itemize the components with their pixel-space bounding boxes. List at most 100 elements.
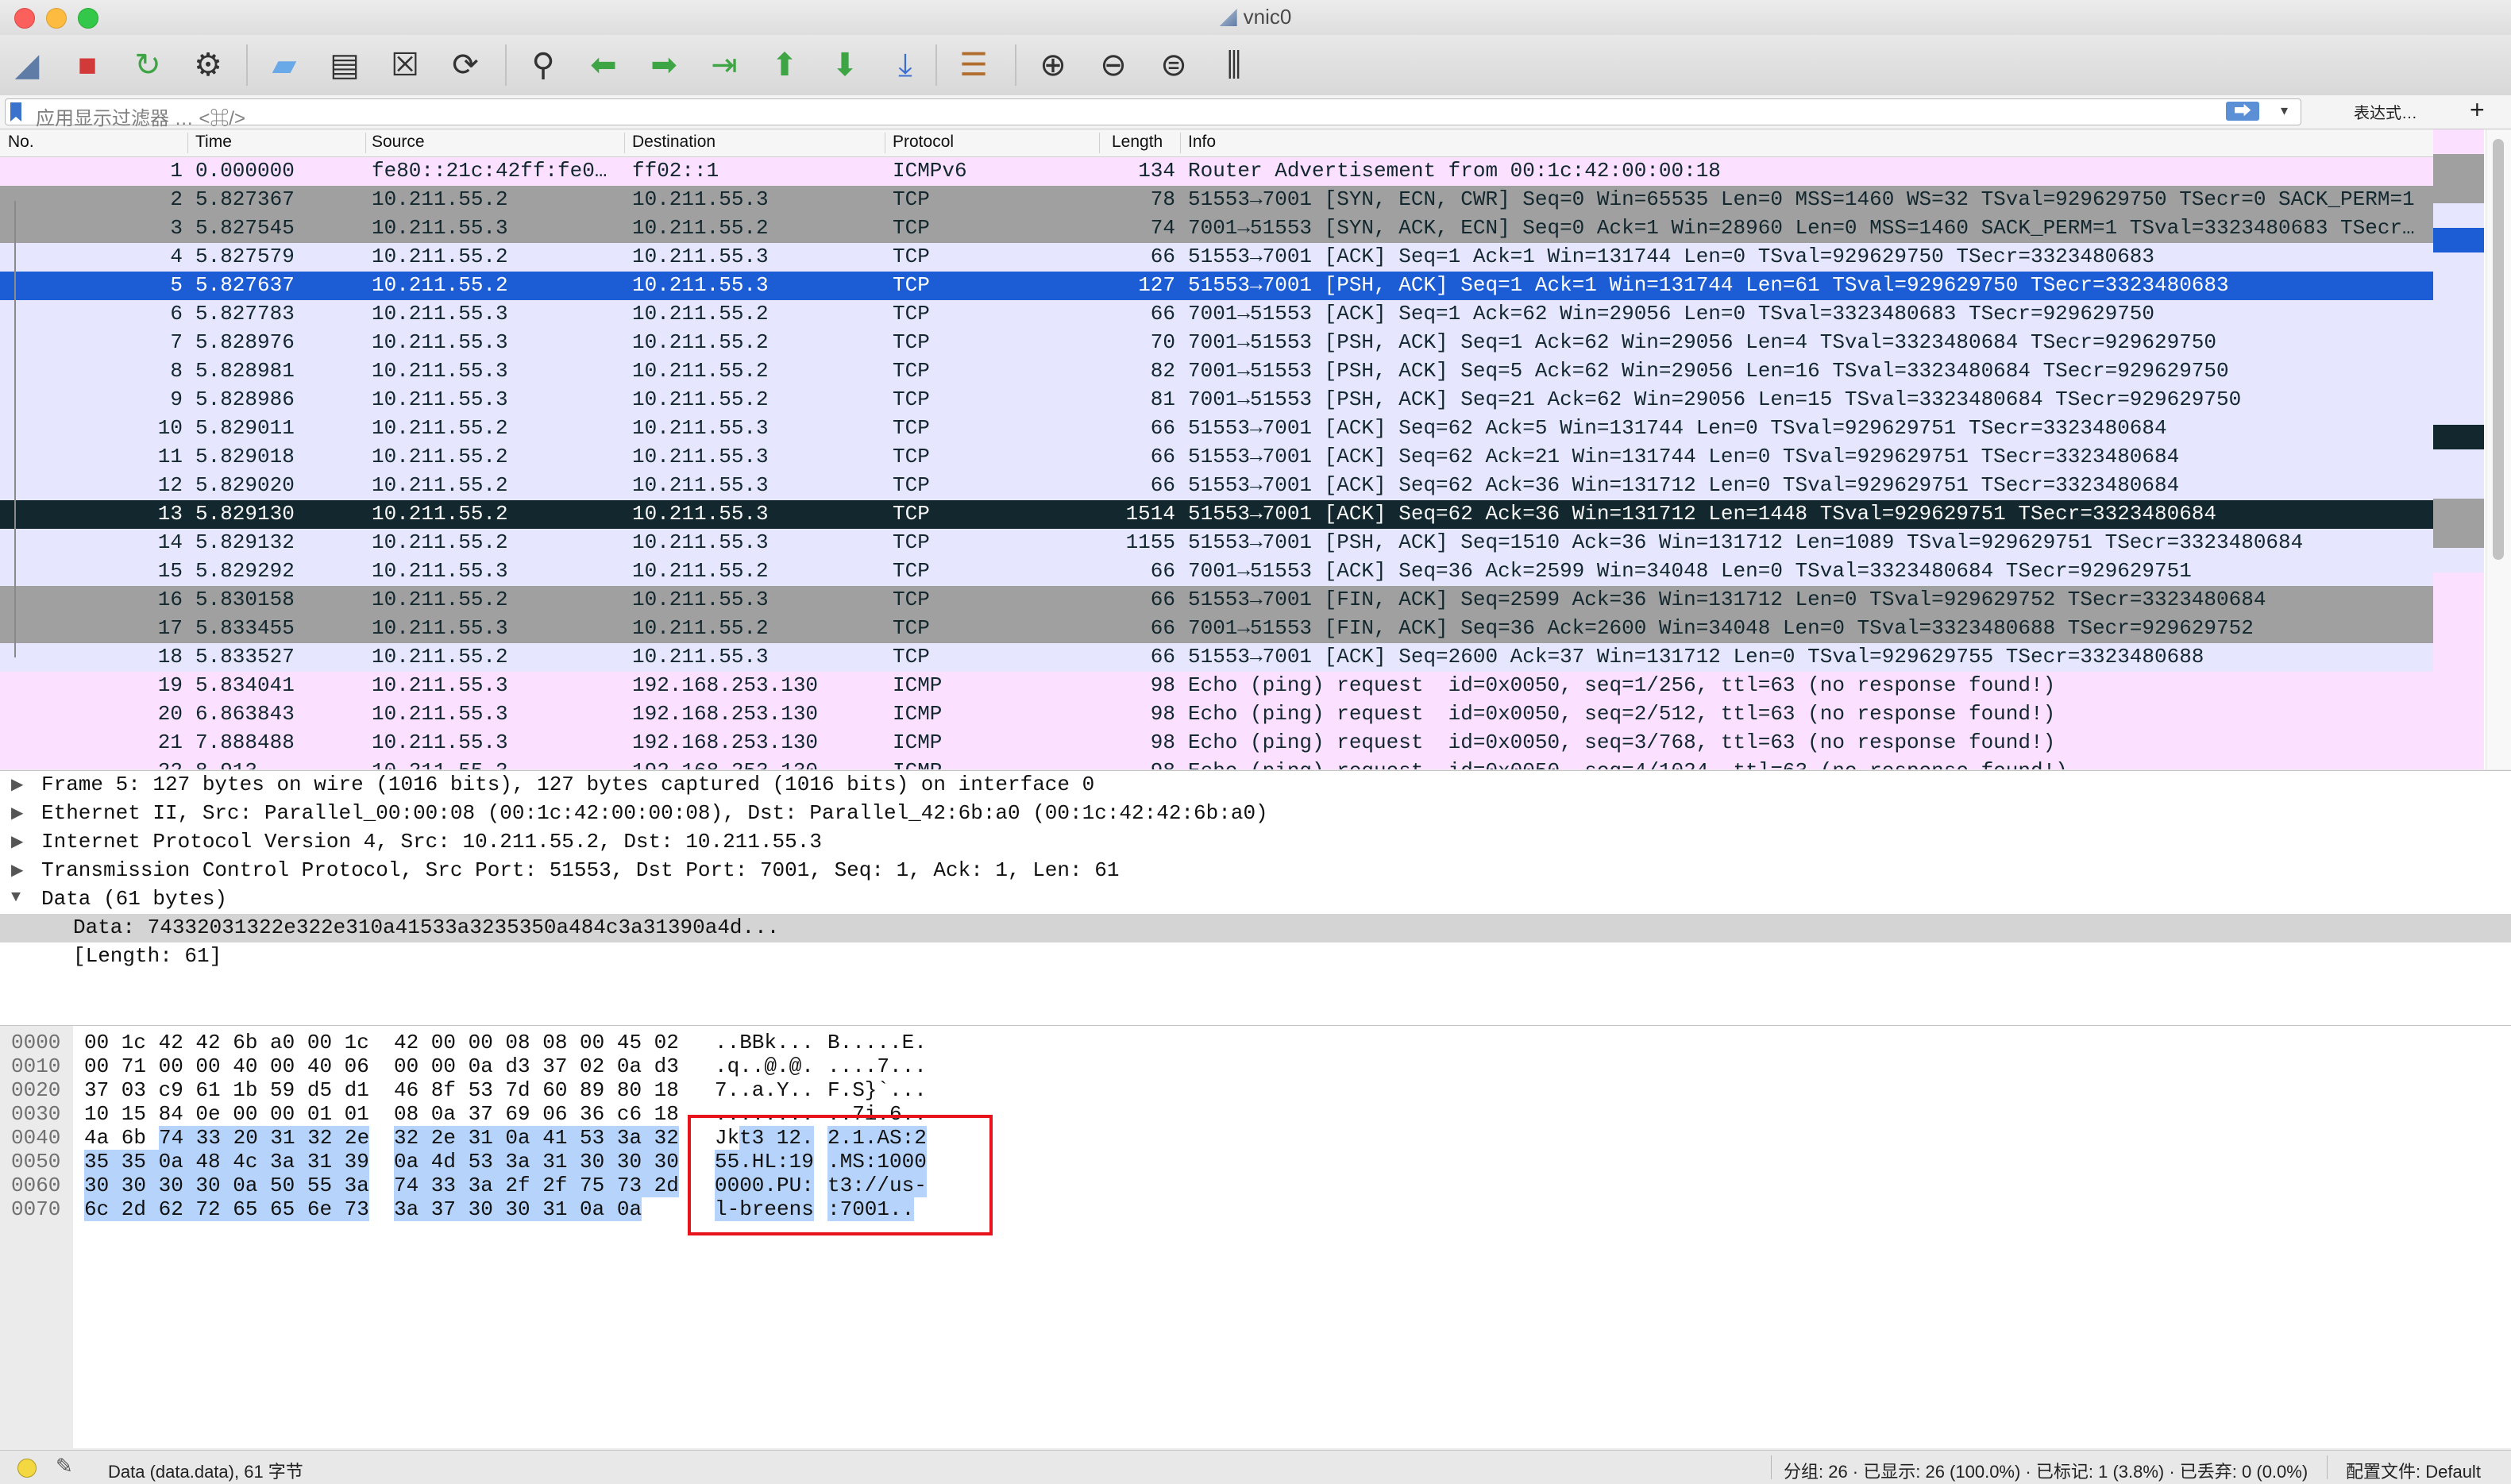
expert-info-icon[interactable] (17, 1459, 37, 1478)
bookmark-icon[interactable] (10, 102, 21, 121)
packet-row[interactable]: 15 5.829292 10.211.55.3 10.211.55.2 TCP 66 700… (0, 557, 2433, 586)
edit-comment-icon[interactable]: ✎ (56, 1454, 73, 1478)
column-divider[interactable] (187, 133, 188, 153)
ascii-bytes: ..BBk... (715, 1031, 814, 1054)
colorize-button[interactable]: ☰ (951, 43, 996, 87)
column-header-destination[interactable]: Destination (632, 133, 716, 152)
column-divider[interactable] (365, 133, 366, 153)
disclosure-collapsed-icon[interactable]: ▶ (11, 774, 23, 795)
detail-tree-item[interactable]: ▶ Frame 5: 127 bytes on wire (1016 bits),… (0, 771, 2511, 800)
packet-row[interactable]: 12 5.829020 10.211.55.2 10.211.55.3 TCP 66 515… (0, 472, 2433, 500)
find-packet-button[interactable]: ⚲ (521, 43, 565, 87)
column-header-no[interactable]: No. (8, 133, 34, 152)
detail-tree-item[interactable]: ▶ Transmission Control Protocol, Src Port… (0, 857, 2511, 885)
packet-row[interactable]: 16 5.830158 10.211.55.2 10.211.55.3 TCP 66 515… (0, 586, 2433, 615)
column-header-info[interactable]: Info (1188, 133, 1216, 152)
packet-row[interactable]: 14 5.829132 10.211.55.2 10.211.55.3 TCP 1155 5… (0, 529, 2433, 557)
filter-history-dropdown[interactable]: ▾ (2281, 102, 2288, 119)
resize-columns-button[interactable]: ⫼ (1212, 43, 1256, 87)
column-header-time[interactable]: Time (195, 133, 232, 152)
column-divider[interactable] (1180, 133, 1181, 153)
detail-tree-item[interactable]: Data: 74332031322e322e310a41533a3235350a… (0, 914, 2511, 942)
packet-row[interactable]: 19 5.834041 10.211.55.3 192.168.253.130 ICMP… (0, 672, 2433, 700)
packet-cell-len: 1514 (1125, 502, 1175, 526)
packet-row[interactable]: 10 5.829011 10.211.55.2 10.211.55.3 TCP 66 515… (0, 414, 2433, 443)
packet-row[interactable]: 4 5.827579 10.211.55.2 10.211.55.3 TCP 66 5155… (0, 243, 2433, 272)
packet-list-scrollbar[interactable] (2486, 129, 2511, 769)
zoom-out-icon: ⊖ (1100, 48, 1127, 83)
zoom-reset-icon: ⊜ (1160, 48, 1187, 83)
column-header-length[interactable]: Length (1112, 133, 1163, 152)
packet-row[interactable]: 5 5.827637 10.211.55.2 10.211.55.3 TCP 127 515… (0, 272, 2433, 300)
go-last-button[interactable]: ⬇ (823, 43, 867, 87)
scrollbar-thumb[interactable] (2493, 139, 2504, 560)
go-first-button[interactable]: ⬆ (762, 43, 807, 87)
auto-scroll-button[interactable]: ⤓ (883, 43, 928, 87)
packet-row[interactable]: 7 5.828976 10.211.55.3 10.211.55.2 TCP 70 7001… (0, 329, 2433, 357)
disclosure-collapsed-icon[interactable]: ▶ (11, 803, 23, 823)
apply-filter-button[interactable]: ⮕ (2226, 102, 2259, 121)
packet-row[interactable]: 1 0.000000 fe80::21c:42ff:fe0… ff02::1 ICMPv… (0, 157, 2433, 186)
disclosure-expanded-icon[interactable]: ▼ (11, 888, 21, 907)
detail-tree-item[interactable]: [Length: 61] (0, 942, 2511, 971)
restart-capture-button[interactable]: ↻ (125, 43, 170, 87)
column-divider[interactable] (1099, 133, 1100, 153)
zoom-reset-button[interactable]: ⊜ (1151, 43, 1196, 87)
bytes-row[interactable]: 0000 00 1c 42 42 6b a0 00 1c 42 00 00 08 0… (0, 1031, 1032, 1054)
packet-cell-len: 98 (1150, 702, 1175, 726)
packet-row[interactable]: 2 5.827367 10.211.55.2 10.211.55.3 TCP 78 5155… (0, 186, 2433, 214)
reload-file-button[interactable]: ⟳ (443, 43, 488, 87)
disclosure-collapsed-icon[interactable]: ▶ (11, 831, 23, 852)
close-file-button[interactable]: ☒ (383, 43, 427, 87)
packet-row[interactable]: 9 5.828986 10.211.55.3 10.211.55.2 TCP 81 7001… (0, 386, 2433, 414)
start-capture-button[interactable]: ◢ (5, 43, 49, 87)
bytes-row[interactable]: 0010 00 71 00 00 40 00 40 06 00 00 0a d3 3… (0, 1054, 1032, 1078)
packet-row[interactable]: 20 6.863843 10.211.55.3 192.168.253.130 ICMP… (0, 700, 2433, 729)
packet-row[interactable]: 18 5.833527 10.211.55.2 10.211.55.3 TCP 66 515… (0, 643, 2433, 672)
packet-cell-no: 21 (157, 730, 183, 754)
packet-row[interactable]: 17 5.833455 10.211.55.3 10.211.55.2 TCP 66 700… (0, 615, 2433, 643)
packet-cell-info: 7001→51553 [PSH, ACK] Seq=21 Ack=62 Win=… (1188, 387, 2242, 411)
packet-cell-len: 127 (1138, 273, 1175, 297)
packet-cell-proto: TCP (893, 187, 930, 211)
zoom-out-button[interactable]: ⊖ (1091, 43, 1136, 87)
packet-row[interactable]: 13 5.829130 10.211.55.2 10.211.55.3 TCP 1514 5… (0, 500, 2433, 529)
zoom-in-button[interactable]: ⊕ (1031, 43, 1075, 87)
open-file-button[interactable]: ▰ (262, 43, 307, 87)
packet-row[interactable]: 11 5.829018 10.211.55.2 10.211.55.3 TCP 66 515… (0, 443, 2433, 472)
packet-row[interactable]: 3 5.827545 10.211.55.3 10.211.55.2 TCP 74 7001… (0, 214, 2433, 243)
column-header-source[interactable]: Source (372, 133, 425, 152)
packet-row[interactable]: 6 5.827783 10.211.55.3 10.211.55.2 TCP 66 7001… (0, 300, 2433, 329)
add-filter-button[interactable]: + (2470, 95, 2485, 125)
bytes-row[interactable]: 0020 37 03 c9 61 1b 59 d5 d1 46 8f 53 7d 6… (0, 1078, 1032, 1102)
packet-row[interactable]: 8 5.828981 10.211.55.3 10.211.55.2 TCP 82 7001… (0, 357, 2433, 386)
detail-tree-item[interactable]: ▶ Ethernet II, Src: Parallel_00:00:08 (00… (0, 800, 2511, 828)
hex-bytes-selected: 35 35 0a 48 4c 3a 31 39 (84, 1150, 369, 1174)
packet-cell-no: 13 (157, 502, 183, 526)
expression-button[interactable]: 表达式… (2354, 100, 2417, 123)
packet-cell-proto: TCP (893, 559, 930, 583)
packet-minimap[interactable] (2433, 129, 2484, 769)
column-divider[interactable] (624, 133, 625, 153)
column-header-protocol[interactable]: Protocol (893, 133, 954, 152)
packet-cell-proto: TCP (893, 616, 930, 640)
capture-options-button[interactable]: ⚙ (186, 43, 230, 87)
profile-selector[interactable]: 配置文件: Default (2346, 1458, 2481, 1483)
go-back-button[interactable]: ⬅ (581, 43, 626, 87)
disclosure-collapsed-icon[interactable]: ▶ (11, 860, 23, 881)
detail-tree-item[interactable]: ▶ Internet Protocol Version 4, Src: 10.21… (0, 828, 2511, 857)
save-file-button[interactable]: ▤ (322, 43, 367, 87)
packet-cell-len: 66 (1150, 302, 1175, 326)
display-filter-input[interactable]: 应用显示过滤器 … <⌘/> ⮕ ▾ (5, 98, 2301, 129)
packet-row[interactable]: 22 8.913... 10.211.55.3 192.168.253.130 ICMP… (0, 757, 2433, 769)
packet-row[interactable]: 21 7.888488 10.211.55.3 192.168.253.130 ICMP… (0, 729, 2433, 757)
go-to-packet-button[interactable]: ⇥ (702, 43, 746, 87)
packet-cell-time: 5.829018 (195, 445, 295, 468)
stop-capture-button[interactable]: ■ (65, 43, 110, 87)
detail-item-label: [Length: 61] (73, 944, 222, 968)
go-forward-button[interactable]: ➡ (642, 43, 686, 87)
detail-tree-item[interactable]: ▼ Data (61 bytes) (0, 885, 2511, 914)
packet-cell-src: 10.211.55.3 (372, 759, 624, 769)
packet-cell-no: 16 (157, 588, 183, 611)
restart-icon: ↻ (134, 48, 161, 83)
